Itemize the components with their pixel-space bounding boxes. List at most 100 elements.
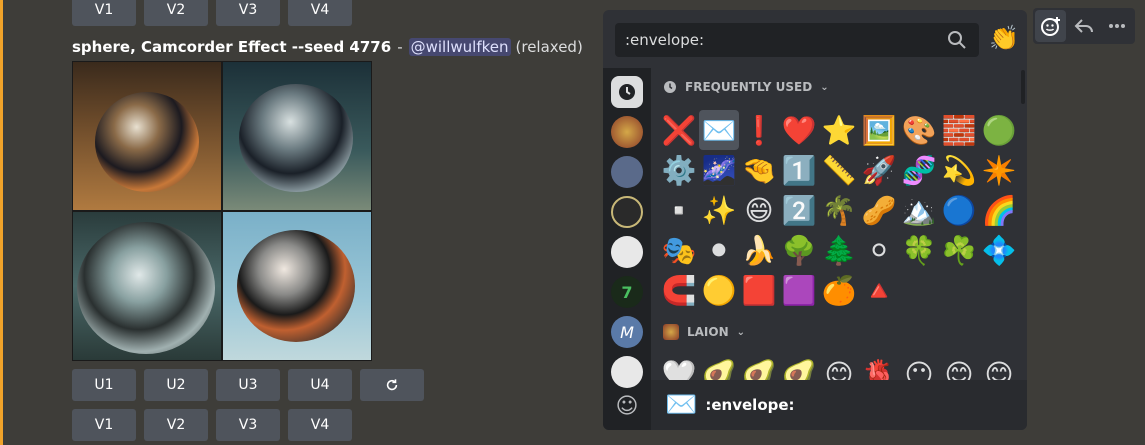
v2-button[interactable]: V2	[144, 409, 208, 441]
emoji-button[interactable]: 🟥	[739, 270, 779, 310]
top-v3-button[interactable]: V3	[216, 0, 280, 26]
emoji-button[interactable]: 😄	[739, 190, 779, 230]
reroll-button[interactable]	[360, 369, 424, 401]
emoji-button[interactable]: ⭐	[819, 110, 859, 150]
image-quadrant-1	[73, 62, 221, 210]
emoji-button[interactable]: ☘️	[939, 230, 979, 270]
emoji-scrollbar[interactable]	[1021, 70, 1025, 104]
emoji-button[interactable]: 🌳	[779, 230, 819, 270]
emoji-button[interactable]: 💫	[939, 150, 979, 190]
emoji-button[interactable]: ⚫	[699, 230, 739, 270]
emoji-button[interactable]: 🟡	[699, 270, 739, 310]
emoji-button[interactable]: 😊	[979, 354, 1019, 381]
skin-tone-clap-icon[interactable]: 👏	[989, 24, 1019, 52]
image-quadrant-4	[223, 212, 371, 360]
top-v4-button[interactable]: V4	[288, 0, 352, 26]
server-icon-2[interactable]	[611, 156, 643, 188]
emoji-button[interactable]: 🖼️	[859, 110, 899, 150]
laion-header[interactable]: LAION ⌄	[663, 324, 745, 340]
emoji-button[interactable]: ❤️	[779, 110, 819, 150]
smiley-category-icon[interactable]: ☺	[611, 390, 643, 422]
search-value: :envelope:	[625, 31, 705, 49]
emoji-button[interactable]: 🥜	[859, 190, 899, 230]
emoji-button[interactable]: 🔵	[939, 190, 979, 230]
emoji-button[interactable]: ✨	[699, 190, 739, 230]
emoji-button[interactable]: 🌌	[699, 150, 739, 190]
u4-button[interactable]: U4	[288, 369, 352, 401]
emoji-button[interactable]: ❌	[659, 110, 699, 150]
emoji-button[interactable]: ⚙️	[659, 150, 699, 190]
emoji-button[interactable]: 🔺	[859, 270, 899, 310]
v4-button[interactable]: V4	[288, 409, 352, 441]
server-icon-1[interactable]	[611, 116, 643, 148]
emoji-button[interactable]: 1️⃣	[779, 150, 819, 190]
server-icon-5[interactable]: 7	[611, 276, 643, 308]
emoji-button[interactable]: 🍌	[739, 230, 779, 270]
top-v2-button[interactable]: V2	[144, 0, 208, 26]
emoji-button[interactable]: 🥑	[779, 354, 819, 381]
emoji-button[interactable]: 🥑	[739, 354, 779, 381]
emoji-button[interactable]: 🟪	[779, 270, 819, 310]
emoji-list: FREQUENTLY USED ⌄ ❌ ✉️ ❗ ❤️ ⭐ 🖼️ 🎨 🧱 🟢 ⚙️ 🌌 🤏 1️⃣ 📏 🚀 🧬…	[651, 68, 1027, 380]
message-highlight-bar	[0, 0, 3, 445]
emoji-button[interactable]: 🧱	[939, 110, 979, 150]
emoji-search-input[interactable]: :envelope:	[615, 23, 979, 57]
emoji-button[interactable]: 🍀	[899, 230, 939, 270]
frequently-used-header[interactable]: FREQUENTLY USED ⌄	[663, 80, 829, 94]
top-v1-button[interactable]: V1	[72, 0, 136, 26]
preview-emoji-name: :envelope:	[705, 396, 795, 414]
emoji-button[interactable]: 🍊	[819, 270, 859, 310]
emoji-button[interactable]: 🎭	[659, 230, 699, 270]
emoji-button[interactable]: 😊	[819, 354, 859, 381]
emoji-button[interactable]: 🧲	[659, 270, 699, 310]
server-icon-3[interactable]	[611, 196, 643, 228]
server-icon-4[interactable]	[611, 236, 643, 268]
add-reaction-icon[interactable]	[1035, 10, 1067, 42]
emoji-button[interactable]: 📏	[819, 150, 859, 190]
recent-clock-icon[interactable]	[611, 76, 643, 108]
emoji-button[interactable]: 🤏	[739, 150, 779, 190]
prompt-text: sphere, Camcorder Effect --seed 4776	[72, 38, 392, 56]
message-action-toolbar	[1033, 8, 1135, 44]
emoji-button[interactable]: 😊	[939, 354, 979, 381]
emoji-button[interactable]: ✉️	[699, 110, 739, 150]
more-icon[interactable]	[1102, 10, 1133, 42]
reply-icon[interactable]	[1068, 10, 1099, 42]
separator: -	[397, 38, 403, 56]
emoji-button[interactable]: 🥑	[699, 354, 739, 381]
emoji-button[interactable]: ⚪	[859, 230, 899, 270]
emoji-button[interactable]: ✴️	[979, 150, 1019, 190]
emoji-category-sidebar: 7 M ☺	[603, 68, 651, 430]
v3-button[interactable]: V3	[216, 409, 280, 441]
search-icon[interactable]	[947, 30, 967, 50]
emoji-button[interactable]: 2️⃣	[779, 190, 819, 230]
emoji-button[interactable]: 🤍	[659, 354, 699, 381]
server-icon-7[interactable]	[611, 356, 643, 388]
emoji-button[interactable]: 💠	[979, 230, 1019, 270]
message-header: sphere, Camcorder Effect --seed 4776 - @…	[72, 38, 583, 56]
u1-button[interactable]: U1	[72, 369, 136, 401]
server-icon-6[interactable]: M	[611, 316, 643, 348]
u2-button[interactable]: U2	[144, 369, 208, 401]
emoji-button[interactable]: 🎨	[899, 110, 939, 150]
emoji-button[interactable]: 🌴	[819, 190, 859, 230]
laion-emoji-grid: 🤍 🥑 🥑 🥑 😊 🫀 😶 😊 😊	[659, 354, 1019, 381]
v1-button[interactable]: V1	[72, 409, 136, 441]
emoji-button[interactable]: 🚀	[859, 150, 899, 190]
chevron-down-icon: ⌄	[820, 81, 829, 93]
image-quadrant-3	[73, 212, 221, 360]
emoji-button[interactable]: ❗	[739, 110, 779, 150]
laion-label: LAION	[687, 325, 729, 339]
user-mention[interactable]: @willwulfken	[408, 38, 511, 56]
frequently-used-label: FREQUENTLY USED	[685, 80, 813, 94]
emoji-button[interactable]: ▫️	[659, 190, 699, 230]
emoji-button[interactable]: 😶	[899, 354, 939, 381]
emoji-button[interactable]: 🏔️	[899, 190, 939, 230]
emoji-button[interactable]: 🫀	[859, 354, 899, 381]
emoji-button[interactable]: 🌈	[979, 190, 1019, 230]
emoji-button[interactable]: 🧬	[899, 150, 939, 190]
emoji-button[interactable]: 🟢	[979, 110, 1019, 150]
u3-button[interactable]: U3	[216, 369, 280, 401]
generated-image-grid[interactable]	[72, 61, 372, 361]
emoji-button[interactable]: 🌲	[819, 230, 859, 270]
